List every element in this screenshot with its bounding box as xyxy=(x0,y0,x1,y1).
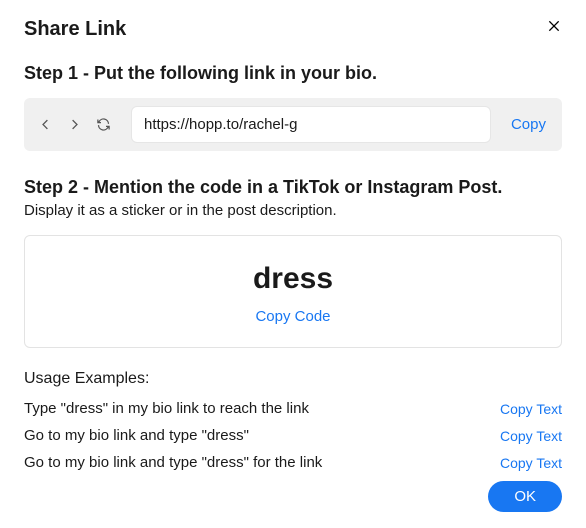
close-icon[interactable] xyxy=(546,18,562,37)
usage-example-text: Go to my bio link and type "dress" xyxy=(24,427,249,444)
usage-example-text: Go to my bio link and type "dress" for t… xyxy=(24,454,322,471)
code-value: dress xyxy=(35,262,551,296)
usage-example-text: Type "dress" in my bio link to reach the… xyxy=(24,400,309,417)
copy-link-button[interactable]: Copy xyxy=(503,116,554,133)
step1-heading: Step 1 - Put the following link in your … xyxy=(24,63,562,84)
step2-heading: Step 2 - Mention the code in a TikTok or… xyxy=(24,177,562,198)
usage-title: Usage Examples: xyxy=(24,370,562,388)
url-input[interactable] xyxy=(131,106,491,143)
refresh-icon[interactable] xyxy=(96,117,111,132)
step2-subtext: Display it as a sticker or in the post d… xyxy=(24,202,562,219)
usage-example-row: Go to my bio link and type "dress" Copy … xyxy=(24,427,562,444)
url-bar: Copy xyxy=(24,98,562,151)
usage-example-row: Type "dress" in my bio link to reach the… xyxy=(24,400,562,417)
usage-example-row: Go to my bio link and type "dress" for t… xyxy=(24,454,562,471)
back-icon[interactable] xyxy=(38,117,53,132)
copy-text-button[interactable]: Copy Text xyxy=(500,428,562,444)
copy-text-button[interactable]: Copy Text xyxy=(500,401,562,417)
copy-text-button[interactable]: Copy Text xyxy=(500,455,562,471)
dialog-title: Share Link xyxy=(24,18,126,41)
copy-code-button[interactable]: Copy Code xyxy=(35,308,551,325)
code-panel: dress Copy Code xyxy=(24,235,562,348)
ok-button[interactable]: OK xyxy=(488,481,562,512)
forward-icon[interactable] xyxy=(67,117,82,132)
